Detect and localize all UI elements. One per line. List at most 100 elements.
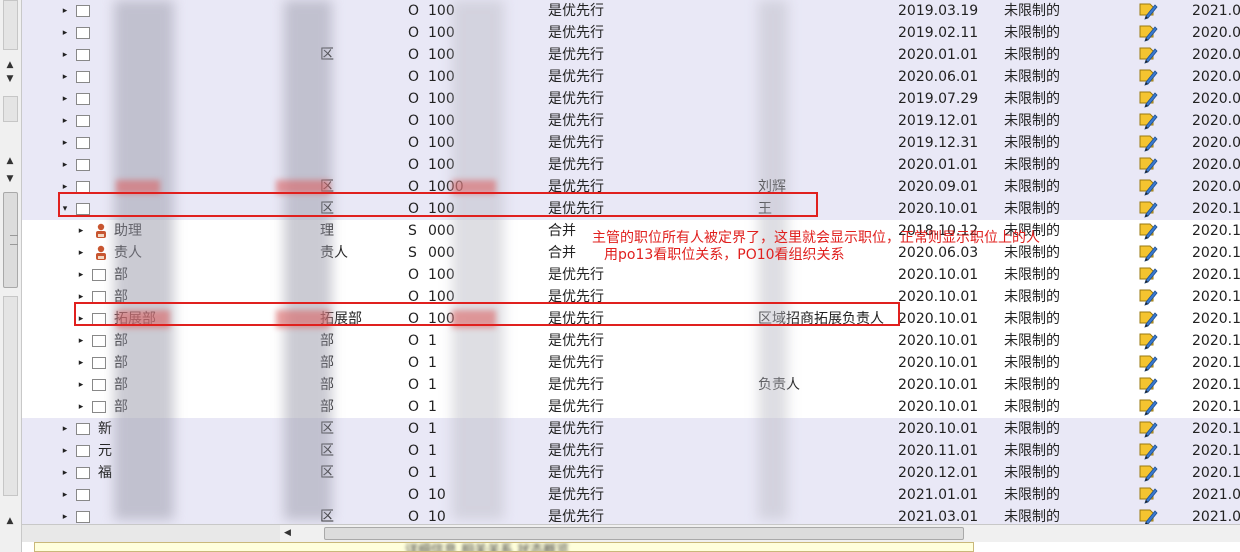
scroll-down-icon[interactable]: ▼ (2, 72, 18, 86)
table-row[interactable]: ▸ 部 部 O1 是优先行 2020.10.01 未限制的 2020.10 (22, 330, 1240, 352)
row-checkbox[interactable] (76, 5, 90, 17)
expand-triangle-icon[interactable]: ▸ (76, 286, 86, 308)
row-checkbox[interactable] (76, 181, 90, 193)
cell-object-type: O (408, 135, 420, 151)
expand-triangle-icon[interactable]: ▸ (60, 0, 70, 22)
table-row[interactable]: ▸ 部 部 O1 是优先行 2020.10.01 未限制的 2020.10 (22, 396, 1240, 418)
scroll-down-icon-secondary[interactable]: ▼ (2, 172, 18, 186)
table-row[interactable]: ▸ 福 区 O1 是优先行 2020.12.01 未限制的 2020.12 (22, 462, 1240, 484)
table-row[interactable]: ▸ 区 O 100 是优先行 2020.01.01 未限制的 2020.04 (22, 44, 1240, 66)
table-row[interactable]: ▸ 拓展部 拓展部 O 100 是优先行 区域招商拓展负责人 2020.10.01 未限制的 20… (22, 308, 1240, 330)
expand-triangle-icon[interactable]: ▸ (60, 440, 70, 462)
row-checkbox[interactable] (76, 71, 90, 83)
row-checkbox[interactable] (92, 357, 106, 369)
table-row[interactable]: ▸ O 100 是优先行 2019.07.29 未限制的 2020.04 (22, 88, 1240, 110)
expand-triangle-icon[interactable]: ▸ (76, 242, 86, 264)
table-row[interactable]: ▸ 部 部 O1 是优先行 2020.10.01 未限制的 2020.10 (22, 352, 1240, 374)
pencil-edit-icon[interactable] (1138, 156, 1158, 174)
row-checkbox[interactable] (76, 27, 90, 39)
expand-triangle-icon[interactable]: ▸ (76, 330, 86, 352)
pencil-edit-icon[interactable] (1138, 310, 1158, 328)
table-row[interactable]: ▸ 区 O 1000 是优先行 刘辉 2020.09.01 未限制的 2020.09 (22, 176, 1240, 198)
row-checkbox[interactable] (76, 93, 90, 105)
pencil-edit-icon[interactable] (1138, 442, 1158, 460)
table-row[interactable]: ▸ 部 部 O1 是优先行 负责人 2020.10.01 未限制的 2020.10 (22, 374, 1240, 396)
collapse-triangle-icon[interactable]: ▾ (60, 198, 70, 220)
expand-triangle-icon[interactable]: ▸ (60, 462, 70, 484)
expand-triangle-icon[interactable]: ▸ (76, 352, 86, 374)
scroll-up-icon-secondary[interactable]: ▲ (2, 154, 18, 168)
table-row[interactable]: ▸ O 10 是优先行 2021.01.01 未限制的 2021.01 (22, 484, 1240, 506)
scroll-left-icon[interactable]: ◀ (284, 528, 291, 538)
expand-triangle-icon[interactable]: ▸ (60, 44, 70, 66)
pencil-edit-icon[interactable] (1138, 288, 1158, 306)
pencil-edit-icon[interactable] (1138, 46, 1158, 64)
table-row[interactable]: ▸ 新 区 O1 是优先行 2020.10.01 未限制的 2020.10 (22, 418, 1240, 440)
row-checkbox[interactable] (76, 49, 90, 61)
expand-triangle-icon[interactable]: ▸ (76, 396, 86, 418)
horizontal-scrollbar[interactable]: ◀ (280, 524, 1240, 542)
row-checkbox[interactable] (76, 423, 90, 435)
scroll-up-icon[interactable]: ▲ (2, 58, 18, 72)
table-row[interactable]: ▸ 元 区 O1 是优先行 2020.11.01 未限制的 2020.11 (22, 440, 1240, 462)
table-row[interactable]: ▸ 部 O 100 是优先行 2020.10.01 未限制的 2020.10 (22, 286, 1240, 308)
table-row[interactable]: ▸ 部 O 100 是优先行 2020.10.01 未限制的 2020.10 (22, 264, 1240, 286)
row-checkbox[interactable] (76, 137, 90, 149)
pencil-edit-icon[interactable] (1138, 178, 1158, 196)
pencil-edit-icon[interactable] (1138, 68, 1158, 86)
expand-triangle-icon[interactable]: ▸ (60, 484, 70, 506)
expand-triangle-icon[interactable]: ▸ (60, 132, 70, 154)
expand-triangle-icon[interactable]: ▸ (76, 308, 86, 330)
expand-triangle-icon[interactable]: ▸ (60, 66, 70, 88)
expand-triangle-icon[interactable]: ▸ (60, 154, 70, 176)
table-row[interactable]: ▾ 区 O 100 是优先行 王 2020.10.01 未限制的 2020.10 (22, 198, 1240, 220)
table-row[interactable]: ▸ O 100 是优先行 2019.03.19 未限制的 2021.01 (22, 0, 1240, 22)
row-checkbox[interactable] (92, 335, 106, 347)
table-row[interactable]: ▸ O 100 是优先行 2020.06.01 未限制的 2020.06 (22, 66, 1240, 88)
table-row[interactable]: ▸ O 100 是优先行 2019.12.31 未限制的 2020.04 (22, 132, 1240, 154)
table-row[interactable]: ▸ O 100 是优先行 2020.01.01 未限制的 2020.04 (22, 154, 1240, 176)
pencil-edit-icon[interactable] (1138, 486, 1158, 504)
pencil-edit-icon[interactable] (1138, 376, 1158, 394)
row-checkbox[interactable] (76, 115, 90, 127)
row-checkbox[interactable] (92, 269, 106, 281)
table-row[interactable]: ▸ O 100 是优先行 2019.02.11 未限制的 2020.04 (22, 22, 1240, 44)
pencil-edit-icon[interactable] (1138, 244, 1158, 262)
row-checkbox[interactable] (92, 379, 106, 391)
scroll-up-icon-lower[interactable]: ▲ (2, 514, 18, 528)
pencil-edit-icon[interactable] (1138, 222, 1158, 240)
row-checkbox[interactable] (92, 291, 106, 303)
expand-triangle-icon[interactable]: ▸ (76, 264, 86, 286)
row-checkbox[interactable] (76, 445, 90, 457)
pencil-edit-icon[interactable] (1138, 332, 1158, 350)
pencil-edit-icon[interactable] (1138, 112, 1158, 130)
expand-triangle-icon[interactable]: ▸ (60, 22, 70, 44)
pencil-edit-icon[interactable] (1138, 464, 1158, 482)
row-checkbox[interactable] (76, 203, 90, 215)
pencil-edit-icon[interactable] (1138, 354, 1158, 372)
expand-triangle-icon[interactable]: ▸ (60, 418, 70, 440)
horizontal-scroll-thumb[interactable] (324, 527, 964, 540)
pencil-edit-icon[interactable] (1138, 134, 1158, 152)
expand-triangle-icon[interactable]: ▸ (60, 88, 70, 110)
table-row[interactable]: ▸ O 100 是优先行 2019.12.01 未限制的 2020.04 (22, 110, 1240, 132)
row-checkbox[interactable] (92, 313, 106, 325)
vertical-scroll-track[interactable] (3, 0, 18, 50)
pencil-edit-icon[interactable] (1138, 266, 1158, 284)
row-checkbox[interactable] (92, 401, 106, 413)
pencil-edit-icon[interactable] (1138, 2, 1158, 20)
pencil-edit-icon[interactable] (1138, 420, 1158, 438)
pencil-edit-icon[interactable] (1138, 24, 1158, 42)
row-checkbox[interactable] (76, 467, 90, 479)
expand-triangle-icon[interactable]: ▸ (60, 110, 70, 132)
pencil-edit-icon[interactable] (1138, 90, 1158, 108)
expand-triangle-icon[interactable]: ▸ (76, 374, 86, 396)
pencil-edit-icon[interactable] (1138, 200, 1158, 218)
pencil-edit-icon[interactable] (1138, 398, 1158, 416)
row-checkbox[interactable] (76, 511, 90, 523)
row-checkbox[interactable] (76, 159, 90, 171)
expand-triangle-icon[interactable]: ▸ (76, 220, 86, 242)
vertical-scroll-thumb[interactable] (3, 192, 18, 288)
expand-triangle-icon[interactable]: ▸ (60, 176, 70, 198)
row-checkbox[interactable] (76, 489, 90, 501)
